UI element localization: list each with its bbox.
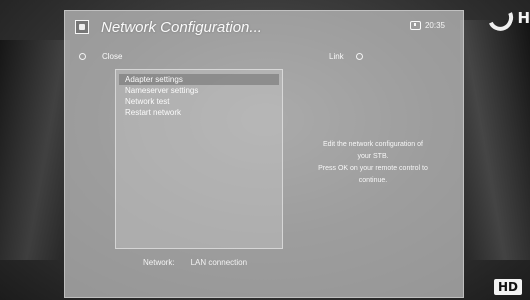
network-status: Network: LAN connection: [143, 258, 247, 267]
network-menu: Adapter settings Nameserver settings Net…: [115, 69, 283, 249]
channel-logo-swirl-icon: [484, 1, 518, 35]
help-text-line: Edit the network configuration of: [322, 141, 423, 148]
help-text: Edit the network configuration of your S…: [293, 139, 453, 187]
clock-time: 20:35: [424, 21, 445, 30]
background-edge-left: [0, 40, 70, 260]
menu-item-adapter-settings[interactable]: Adapter settings: [119, 74, 279, 85]
network-settings-icon: [75, 20, 89, 34]
link-button[interactable]: Link: [329, 52, 363, 61]
close-button-dot-icon: [79, 52, 86, 60]
menu-item-network-test[interactable]: Network test: [119, 96, 279, 107]
network-status-value: LAN connection: [190, 258, 248, 267]
help-text-line: continue.: [358, 177, 388, 184]
channel-logo: H: [484, 0, 530, 36]
help-text-line: your STB.: [357, 153, 389, 160]
window-title: Network Configuration...: [101, 18, 262, 36]
link-button-dot-icon: [355, 52, 363, 60]
close-button[interactable]: Close: [79, 52, 122, 61]
network-status-label: Network:: [143, 258, 175, 267]
menu-item-restart-network[interactable]: Restart network: [119, 107, 279, 118]
background-edge-right: [460, 20, 530, 260]
clock: 20:35: [409, 21, 445, 30]
network-configuration-window: Network Configuration... 20:35 Close Lin…: [64, 10, 464, 298]
close-button-label: Close: [102, 51, 123, 61]
action-bar: Close Link: [65, 47, 463, 65]
network-menu-list: Adapter settings Nameserver settings Net…: [116, 74, 282, 118]
hd-badge: HD: [493, 279, 522, 295]
link-button-label: Link: [329, 51, 344, 61]
window-titlebar: Network Configuration... 20:35: [65, 11, 463, 43]
menu-item-nameserver-settings[interactable]: Nameserver settings: [119, 85, 279, 96]
clock-icon: [409, 21, 421, 30]
help-text-line: Press OK on your remote control to: [318, 165, 428, 172]
channel-logo-letter: H: [517, 9, 530, 27]
